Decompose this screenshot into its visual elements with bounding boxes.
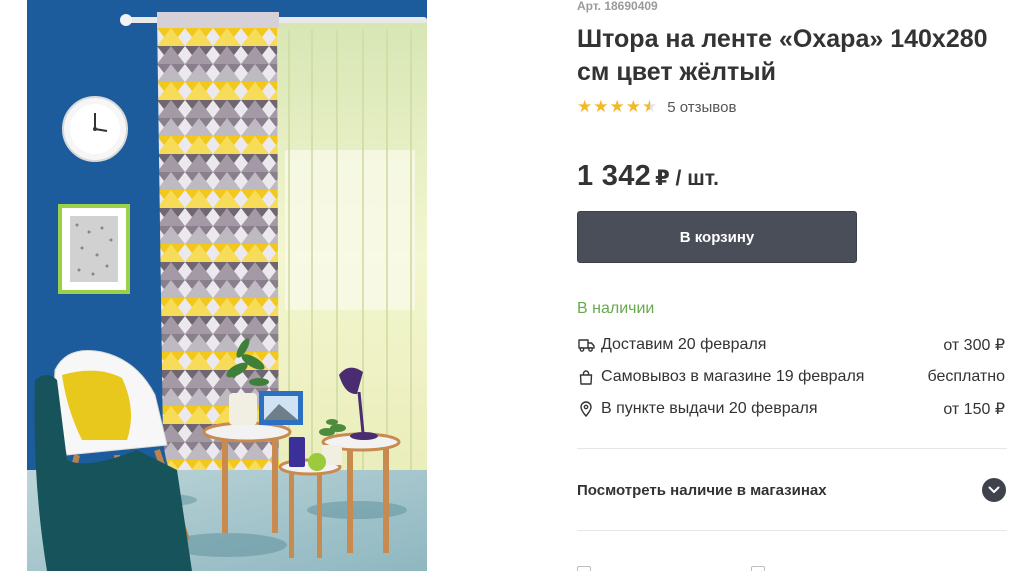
product-title: Штора на ленте «Охара» 140x280 см цвет ж… — [577, 25, 988, 86]
delivery-option-pickup-store: Самовывоз в магазине 19 февраля бесплатн… — [577, 361, 1007, 393]
delivery-options: Доставим 20 февраля от 300 ₽ Самовывоз в… — [577, 329, 1007, 425]
delivery-option-price: от 150 ₽ — [943, 401, 1005, 418]
option-checkbox[interactable] — [577, 566, 591, 571]
delivery-option-courier: Доставим 20 февраля от 300 ₽ — [577, 329, 1007, 361]
delivery-option-price: бесплатно — [927, 368, 1006, 385]
product-info: Арт. 18690409 Штора на ленте «Охара» 140… — [577, 0, 1007, 571]
shopping-bag-icon — [577, 368, 595, 386]
stock-status: В наличии — [577, 300, 655, 317]
check-stores-label: Посмотреть наличие в магазинах — [577, 481, 827, 499]
product-photo[interactable] — [27, 0, 427, 571]
check-stores-toggle[interactable]: Посмотреть наличие в магазинах — [577, 474, 1007, 506]
chevron-down-icon[interactable] — [982, 478, 1006, 502]
truck-icon — [577, 336, 595, 354]
divider — [577, 530, 1007, 531]
price-value: 1 342 — [577, 160, 652, 192]
rating-stars: ★ ★ ★ ★ ★ — [577, 97, 657, 117]
delivery-option-price: от 300 ₽ — [943, 337, 1005, 354]
divider — [577, 448, 1007, 449]
article-number: Арт. 18690409 — [577, 0, 658, 13]
location-pin-icon — [577, 400, 595, 418]
delivery-option-pickup-point: В пункте выдачи 20 февраля от 150 ₽ — [577, 393, 1007, 425]
star-icon: ★ — [625, 97, 641, 117]
star-icon: ★ — [609, 97, 625, 117]
delivery-option-label: В пункте выдачи 20 февраля — [601, 400, 818, 417]
option-checkbox[interactable] — [751, 566, 765, 571]
rating[interactable]: ★ ★ ★ ★ ★ 5 отзывов — [577, 97, 736, 117]
star-half-icon: ★ — [642, 97, 658, 117]
star-icon: ★ — [577, 97, 593, 117]
add-to-cart-button[interactable]: В корзину — [577, 211, 857, 263]
star-icon: ★ — [593, 97, 609, 117]
price-unit: ₽ / шт. — [655, 167, 719, 190]
reviews-link[interactable]: 5 отзывов — [667, 99, 736, 116]
price: 1 342 ₽ / шт. — [577, 160, 719, 193]
delivery-option-label: Самовывоз в магазине 19 февраля — [601, 368, 865, 385]
delivery-option-label: Доставим 20 февраля — [601, 336, 767, 353]
